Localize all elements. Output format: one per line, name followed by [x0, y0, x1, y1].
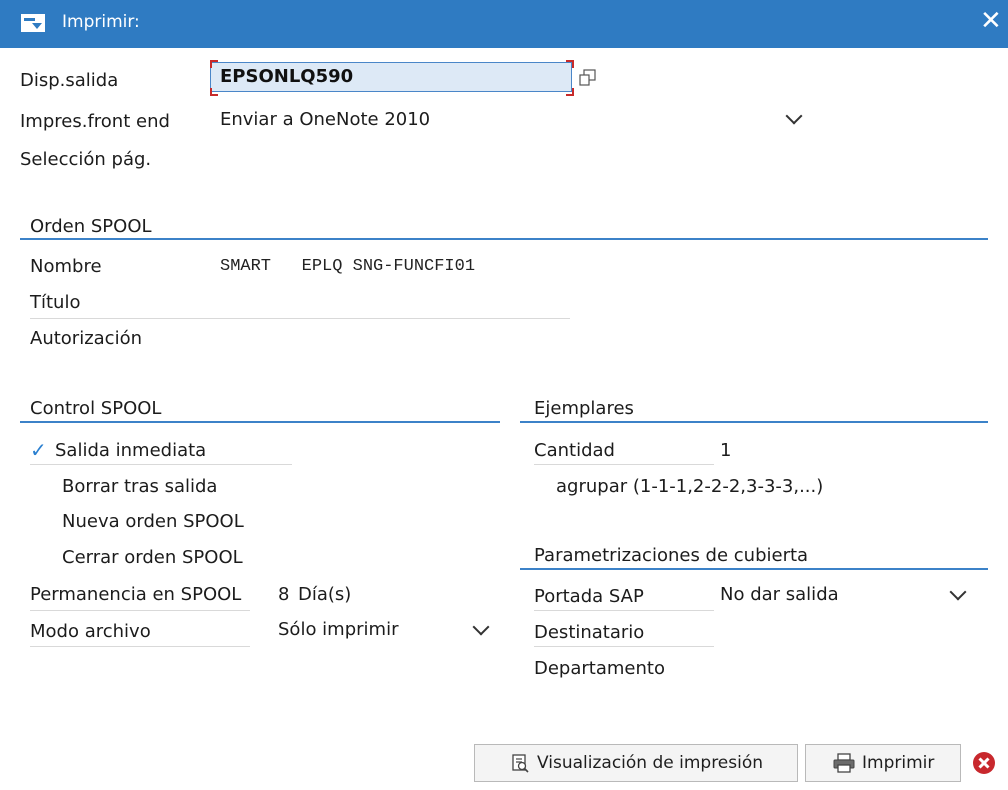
- section-heading-copies: Ejemplares: [534, 398, 634, 419]
- row-separator: [30, 610, 250, 611]
- chevron-down-icon[interactable]: [949, 583, 967, 601]
- device-input-value: EPSONLQ590: [220, 66, 354, 87]
- row-separator: [534, 464, 714, 465]
- quantity-label: Cantidad: [534, 440, 615, 461]
- chevron-down-icon[interactable]: [472, 618, 490, 636]
- chevron-down-icon[interactable]: [785, 107, 803, 125]
- name-label: Nombre: [30, 256, 102, 277]
- recipient-label: Destinatario: [534, 622, 645, 643]
- section-heading-cover-settings: Parametrizaciones de cubierta: [534, 545, 809, 566]
- name-value[interactable]: SMART EPLQ SNG-FUNCFI01: [220, 257, 475, 276]
- section-heading-spool-control: Control SPOOL: [30, 398, 162, 419]
- row-separator: [30, 646, 250, 647]
- print-dialog-icon: [21, 14, 45, 32]
- retention-input[interactable]: 8: [278, 584, 289, 605]
- value-help-icon[interactable]: [578, 68, 598, 88]
- frontend-select-value[interactable]: Enviar a OneNote 2010: [220, 109, 430, 130]
- close-spool-request-checkbox[interactable]: Cerrar orden SPOOL: [62, 547, 243, 568]
- group-checkbox[interactable]: agrupar (1-1-1,2-2-2,3-3-3,...): [556, 476, 823, 497]
- immediate-output-checkbox[interactable]: Salida inmediata: [55, 440, 206, 461]
- input-corner-mark: [566, 88, 574, 96]
- row-separator: [534, 646, 714, 647]
- row-separator: [30, 464, 292, 465]
- archive-mode-label: Modo archivo: [30, 621, 151, 642]
- title-bar: [0, 0, 1008, 48]
- print-preview-button[interactable]: Visualización de impresión: [474, 744, 798, 782]
- section-divider: [520, 421, 988, 423]
- window-title: Imprimir:: [62, 12, 140, 32]
- print-preview-icon: [512, 754, 529, 773]
- page-selection-label: Selección pág.: [20, 149, 152, 170]
- retention-unit: Día(s): [298, 584, 352, 605]
- frontend-label: Impres.front end: [20, 111, 170, 132]
- close-icon[interactable]: ✕: [980, 6, 1002, 36]
- sap-cover-select-value[interactable]: No dar salida: [720, 584, 839, 605]
- new-spool-request-checkbox[interactable]: Nueva orden SPOOL: [62, 511, 244, 532]
- quantity-input[interactable]: 1: [720, 440, 731, 461]
- section-divider: [20, 421, 500, 423]
- title-label: Título: [30, 292, 81, 313]
- archive-mode-select-value[interactable]: Sólo imprimir: [278, 619, 398, 640]
- section-divider: [520, 568, 988, 570]
- row-separator: [534, 610, 714, 611]
- authorization-label: Autorización: [30, 328, 142, 349]
- printer-icon: [833, 753, 855, 773]
- section-divider: [20, 238, 988, 240]
- print-preview-label: Visualización de impresión: [537, 753, 764, 773]
- checkmark-icon[interactable]: ✓: [30, 438, 47, 462]
- input-corner-mark: [210, 88, 218, 96]
- cancel-icon[interactable]: [972, 751, 996, 775]
- section-heading-spool-request: Orden SPOOL: [30, 216, 152, 237]
- input-corner-mark: [566, 60, 574, 68]
- input-corner-mark: [210, 60, 218, 68]
- delete-after-output-checkbox[interactable]: Borrar tras salida: [62, 476, 217, 497]
- department-label: Departamento: [534, 658, 665, 679]
- device-label: Disp.salida: [20, 70, 119, 91]
- print-label: Imprimir: [862, 753, 935, 773]
- sap-cover-label: Portada SAP: [534, 586, 644, 607]
- row-separator: [30, 318, 570, 319]
- retention-label: Permanencia en SPOOL: [30, 584, 242, 605]
- print-button[interactable]: Imprimir: [805, 744, 961, 782]
